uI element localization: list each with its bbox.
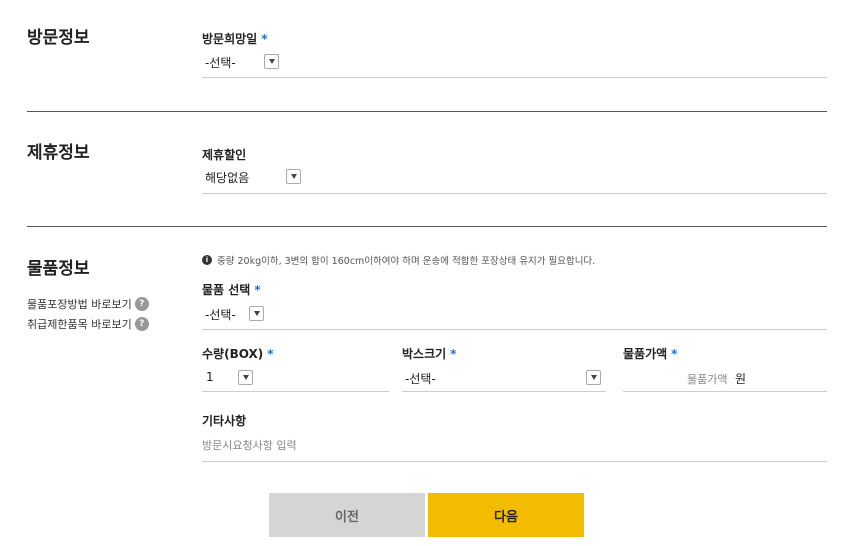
box-size-underline [402,391,606,392]
prev-button[interactable]: 이전 [269,493,425,537]
quantity-label-text: 수량(BOX) [202,347,264,361]
visit-date-underline [202,77,827,78]
help-icon: ? [134,317,149,331]
box-size-select[interactable]: -선택- [405,370,436,387]
partner-discount-label: 제휴할인 [202,148,247,162]
quantity-label: 수량(BOX) * [202,345,274,362]
etc-label: 기타사항 [202,414,247,428]
restricted-items-link-text: 취급제한품목 바로보기 [27,318,132,331]
chevron-down-icon [290,174,297,179]
quantity-select[interactable]: 1 [206,370,214,384]
visit-date-select[interactable]: -선택- [205,54,236,71]
partner-section-title: 제휴정보 [27,143,90,163]
price-label: 물품가액 * [623,345,677,362]
price-input[interactable]: 물품가액 [687,371,727,387]
box-size-dropdown-button[interactable] [586,370,601,385]
etc-input[interactable]: 방문시요청사항 입력 [202,437,297,453]
price-label-text: 물품가액 [623,347,668,361]
quantity-dropdown-button[interactable] [238,370,253,385]
item-select-underline [202,329,827,330]
partner-discount-select[interactable]: 해당없음 [205,169,249,186]
help-icon: ? [134,297,149,311]
required-mark: * [254,283,261,297]
restricted-items-link[interactable]: 취급제한품목 바로보기? [27,316,149,332]
etc-underline [202,461,827,462]
partner-discount-underline [202,193,827,194]
weight-notice-text: 중량 20kg이하, 3변의 합이 160cm이하여야 하며 운송에 적합한 포… [217,256,596,267]
price-underline [623,391,827,392]
section-divider [27,111,827,112]
packing-guide-link-text: 물품포장방법 바로보기 [27,298,132,311]
section-divider [27,226,827,227]
chevron-down-icon [242,375,249,380]
box-size-label: 박스크기 * [402,345,456,362]
packing-guide-link[interactable]: 물품포장방법 바로보기? [27,296,149,312]
weight-notice: i 중량 20kg이하, 3변의 합이 160cm이하여야 하며 운송에 적합한 … [202,253,595,267]
next-button[interactable]: 다음 [428,493,584,537]
visit-date-label-text: 방문희망일 [202,32,258,46]
chevron-down-icon [253,311,260,316]
required-mark: * [267,347,274,361]
item-select[interactable]: -선택- [205,306,236,323]
partner-discount-dropdown-button[interactable] [286,169,301,184]
price-unit: 원 [735,372,747,386]
item-dropdown-button[interactable] [249,306,264,321]
required-mark: * [671,347,678,361]
goods-section-title: 물품정보 [27,259,90,279]
required-mark: * [450,347,457,361]
required-mark: * [261,32,268,46]
item-select-label-text: 물품 선택 [202,283,251,297]
info-icon: i [202,255,212,265]
item-select-label: 물품 선택 * [202,281,261,298]
chevron-down-icon [590,375,597,380]
visit-date-label: 방문희망일 * [202,30,267,47]
quantity-underline [202,391,389,392]
visit-section-title: 방문정보 [27,28,90,48]
box-size-label-text: 박스크기 [402,347,447,361]
visit-date-dropdown-button[interactable] [264,54,279,69]
chevron-down-icon [268,59,275,64]
